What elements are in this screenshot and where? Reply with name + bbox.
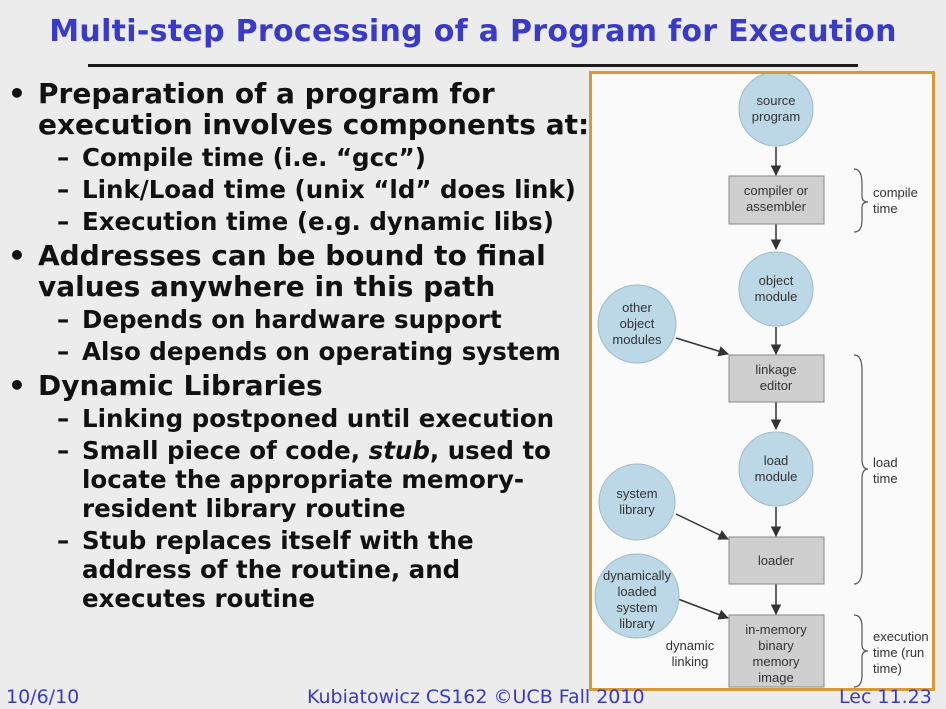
sub-bullet-text: Linking postponed until execution: [82, 404, 555, 433]
sub-bullet-text: Stub replaces itself with the: [82, 526, 474, 555]
bullet-dynamic-libraries: • Dynamic Libraries: [0, 370, 590, 401]
load-time-label: load time: [873, 455, 898, 486]
title-rule: [88, 64, 858, 67]
svg-text:compile: compile: [873, 185, 918, 200]
svg-text:object: object: [620, 316, 655, 331]
svg-text:library: library: [619, 616, 655, 631]
svg-text:other: other: [622, 300, 652, 315]
sub-bullet-hardware: – Depends on hardware support: [57, 305, 502, 334]
sub-bullet-text: Depends on hardware support: [82, 305, 502, 334]
sub-bullet-text: locate the appropriate memory-: [82, 465, 525, 494]
source-program-node: source program: [738, 71, 814, 147]
sub-bullet-compile-time: – Compile time (i.e. “gcc”): [57, 143, 426, 172]
svg-text:in-memory: in-memory: [745, 622, 807, 637]
bullet-dot: •: [8, 77, 26, 110]
svg-text:time): time): [873, 661, 902, 676]
svg-text:linking: linking: [672, 654, 709, 669]
sub-bullet-text: resident library routine: [82, 494, 406, 523]
footer-course: Kubiatowicz CS162 ©UCB Fall 2010: [307, 686, 645, 708]
svg-text:program: program: [752, 109, 800, 124]
linkage-editor-node: linkage editor: [728, 354, 825, 403]
loader-node: loader: [728, 536, 825, 585]
bullet-list: • Preparation of a program for execution…: [0, 74, 590, 613]
compiler-node: compiler or assembler: [728, 175, 825, 225]
program-processing-diagram: source program compiler or assembler obj…: [594, 71, 929, 688]
footer-date: 10/6/10: [6, 686, 80, 708]
object-module-node: object module: [738, 251, 814, 327]
svg-text:library: library: [619, 502, 655, 517]
sub-bullet-text: Also depends on operating system: [82, 337, 561, 366]
svg-text:execution: execution: [873, 629, 929, 644]
sub-bullet-os: – Also depends on operating system: [57, 337, 561, 366]
svg-text:load: load: [764, 453, 789, 468]
svg-text:compiler or: compiler or: [744, 183, 809, 198]
svg-text:binary: binary: [758, 638, 794, 653]
sub-bullet-text: address of the routine, and: [82, 555, 461, 584]
sub-bullet-text: Execution time (e.g. dynamic libs): [82, 207, 554, 236]
svg-text:module: module: [755, 469, 798, 484]
sub-bullet-stub-replaces: – Stub replaces itself with the address …: [0, 526, 590, 613]
svg-text:module: module: [755, 289, 798, 304]
bullet-dot: •: [8, 369, 26, 402]
bullet-dot: •: [8, 239, 26, 272]
svg-text:dynamic: dynamic: [666, 638, 715, 653]
svg-text:assembler: assembler: [746, 199, 807, 214]
bullet-preparation: • Preparation of a program for execution…: [0, 78, 590, 140]
compile-time-brace: [853, 168, 869, 233]
sub-bullet-linking-postponed: – Linking postponed until execution: [57, 404, 555, 433]
svg-text:system: system: [616, 600, 657, 615]
svg-text:editor: editor: [760, 378, 793, 393]
svg-text:linkage: linkage: [755, 362, 796, 377]
footer-lecture-number: Lec 11.23: [839, 686, 932, 708]
system-library-node: system library: [598, 463, 676, 541]
compile-time-label: compile time: [873, 185, 918, 216]
in-memory-image-node: in-memory binary memory image: [728, 614, 825, 688]
svg-text:dynamically: dynamically: [603, 568, 671, 583]
svg-text:time: time: [873, 201, 898, 216]
svg-text:time (run: time (run: [873, 645, 924, 660]
bullet-text: Addresses can be bound to final: [38, 239, 546, 272]
svg-text:memory: memory: [753, 654, 800, 669]
dynamic-linking-label: dynamic linking: [666, 638, 715, 669]
bullet-text: values anywhere in this path: [38, 270, 496, 303]
load-time-brace: [853, 354, 869, 585]
load-module-node: load module: [738, 431, 814, 507]
svg-text:modules: modules: [612, 332, 662, 347]
svg-text:object: object: [759, 273, 794, 288]
bullet-text: execution involves components at:: [38, 108, 590, 141]
svg-text:loader: loader: [758, 553, 795, 568]
sub-bullet-execution-time: – Execution time (e.g. dynamic libs): [57, 207, 554, 236]
bullet-text: Dynamic Libraries: [38, 369, 323, 402]
execution-time-brace: [853, 614, 869, 688]
diagram-frame: source program compiler or assembler obj…: [589, 71, 935, 691]
bullet-text: Preparation of a program for: [38, 77, 495, 110]
svg-text:time: time: [873, 471, 898, 486]
bullet-addresses: • Addresses can be bound to final values…: [0, 240, 590, 302]
svg-text:image: image: [758, 670, 793, 685]
stub-term: stub: [368, 436, 430, 465]
dynamically-loaded-library-node: dynamically loaded system library: [594, 553, 680, 639]
execution-time-label: execution time (run time): [873, 629, 929, 676]
svg-text:loaded: loaded: [617, 584, 656, 599]
svg-text:source: source: [756, 93, 795, 108]
slide-title: Multi-step Processing of a Program for E…: [49, 14, 897, 49]
svg-text:load: load: [873, 455, 898, 470]
sub-bullet-text: Link/Load time (unix “ld” does link): [82, 175, 576, 204]
sub-bullet-text: Compile time (i.e. “gcc”): [82, 143, 426, 172]
sub-bullet-link-load-time: – Link/Load time (unix “ld” does link): [57, 175, 576, 204]
sub-bullet-stub: – Small piece of code, stub, used to loc…: [0, 436, 590, 523]
sub-bullet-text: executes routine: [82, 584, 315, 613]
svg-text:system: system: [616, 486, 657, 501]
other-object-modules-node: other object modules: [597, 284, 677, 364]
